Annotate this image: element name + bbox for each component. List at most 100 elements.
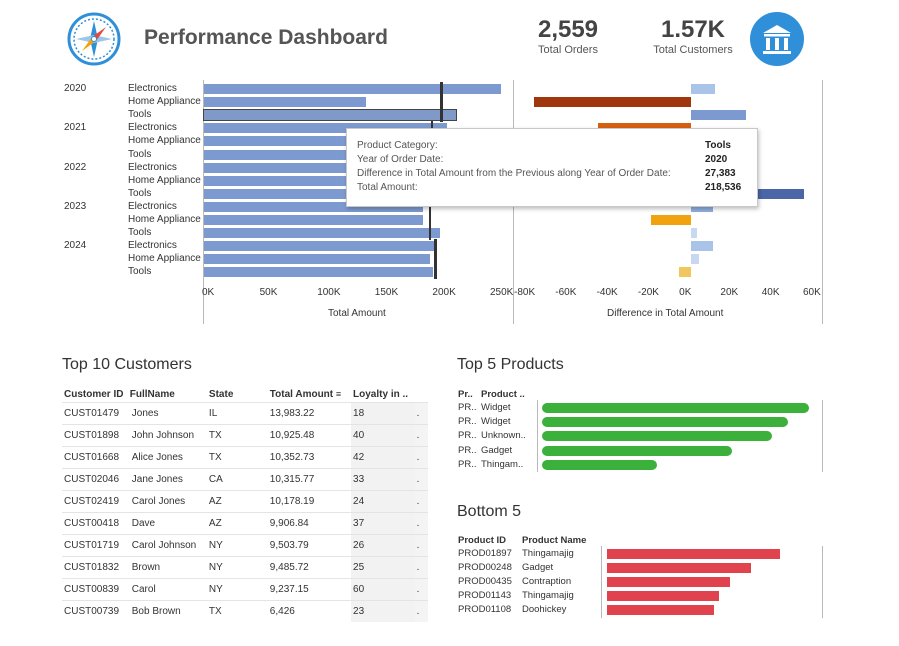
col-loyalty[interactable]: Loyalty in .. (351, 386, 415, 403)
table-row[interactable]: CUST02046 Jane Jones CA 10,315.77 33. (62, 468, 428, 491)
scrollbar-track[interactable]: . (414, 490, 428, 513)
kpi-total-customers: 1.57K Total Customers (648, 16, 738, 56)
fullname-cell: Brown (127, 556, 207, 579)
top-product-bar[interactable] (542, 445, 732, 456)
fullname-cell: Carol Jones (127, 490, 207, 513)
category-label: Home Appliance (128, 96, 201, 108)
tooltip-row: Year of Order Date: 2020 (357, 154, 747, 168)
col-total-amount[interactable]: Total Amount ≡ (268, 386, 351, 403)
total-amount-bar[interactable] (204, 215, 423, 225)
loyalty-cell: 37 (351, 512, 415, 535)
x-tick-label: 150K (374, 287, 399, 298)
fullname-cell: John Johnson (127, 424, 207, 447)
state-cell: AZ (206, 512, 268, 535)
scrollbar-track[interactable]: . (414, 534, 428, 557)
x-tick-label: -20K (637, 287, 659, 298)
col-state[interactable]: State (207, 386, 268, 403)
table-row[interactable]: CUST01898 John Johnson TX 10,925.48 40. (62, 424, 428, 447)
bottom-product-bar[interactable] (607, 591, 720, 601)
total-amount-cell: 6,426 (267, 600, 352, 622)
table-row[interactable]: CUST00418 Dave AZ 9,906.84 37. (62, 512, 428, 535)
scrollbar-track[interactable]: . (414, 446, 428, 469)
reference-line (440, 108, 443, 123)
product-id-cell: PROD01108 (458, 604, 512, 615)
x-tick-label: 0K (679, 287, 692, 298)
scrollbar-track[interactable]: . (414, 424, 428, 447)
x-tick-label: 250K (490, 287, 514, 298)
bottom-product-bar[interactable] (607, 605, 715, 615)
difference-bar[interactable] (533, 97, 691, 108)
scrollbar-track[interactable]: . (414, 468, 428, 491)
tooltip-row: Difference in Total Amount from the Prev… (357, 168, 747, 182)
state-cell: NY (206, 578, 268, 601)
top-customers-table: Customer ID FullName State Total Amount … (62, 386, 428, 622)
bottom-product-bar[interactable] (607, 549, 780, 559)
bottom-product-bar[interactable] (607, 577, 730, 587)
difference-bar[interactable] (691, 241, 714, 252)
total-amount-bar[interactable] (204, 241, 436, 252)
product-name-cell: Widget (481, 402, 511, 413)
table-row[interactable]: CUST01832 Brown NY 9,485.72 25. (62, 556, 428, 579)
category-label: Tools (128, 227, 152, 239)
category-label: Electronics (128, 122, 177, 134)
fullname-cell: Bob Brown (127, 600, 207, 622)
category-label: Home Appliance (128, 135, 201, 147)
product-name-cell: Contraption (522, 576, 572, 587)
total-amount-cell: 10,925.48 (267, 424, 352, 447)
total-amount-bar[interactable] (204, 254, 430, 265)
product-name-cell: Thingamajig (522, 590, 574, 601)
customer-id-cell: CUST01832 (62, 556, 128, 579)
table-row[interactable]: CUST01668 Alice Jones TX 10,352.73 42. (62, 446, 428, 469)
state-cell: NY (206, 556, 268, 579)
top-products-divider (822, 400, 823, 472)
difference-bar[interactable] (691, 110, 747, 121)
bottom-products-col-name[interactable]: Product Name (522, 535, 586, 546)
total-amount-bar[interactable] (204, 84, 502, 94)
x-tick-label: 60K (803, 287, 821, 298)
product-id-cell: PROD01897 (458, 548, 512, 559)
customer-id-cell: CUST00839 (62, 578, 128, 601)
kpi-value: 1.57K (660, 16, 726, 43)
scrollbar-track[interactable]: . (414, 402, 428, 425)
difference-bar[interactable] (691, 228, 698, 239)
top-products-col-id[interactable]: Pr.. (458, 389, 473, 400)
fullname-cell: Dave (127, 512, 207, 535)
customer-id-cell: CUST01898 (62, 424, 128, 447)
table-row[interactable]: CUST01479 Jones IL 13,983.22 18. (62, 402, 428, 425)
bottom-product-bar[interactable] (607, 563, 751, 573)
scrollbar-track[interactable]: . (414, 512, 428, 535)
reference-line (434, 239, 437, 254)
reference-line (434, 252, 437, 267)
difference-bar[interactable] (691, 84, 716, 94)
loyalty-cell: 42 (351, 446, 415, 469)
difference-bar[interactable] (691, 254, 700, 265)
loyalty-cell: 24 (351, 490, 415, 513)
table-row[interactable]: CUST01719 Carol Johnson NY 9,503.79 26. (62, 534, 428, 557)
top-product-bar[interactable] (542, 417, 788, 428)
top-product-bar[interactable] (542, 403, 809, 413)
top-product-bar[interactable] (542, 459, 657, 470)
col-fullname[interactable]: FullName (128, 386, 207, 403)
year-label: 2023 (64, 200, 87, 212)
total-amount-bar[interactable] (204, 267, 434, 278)
product-name-cell: Doohickey (522, 604, 567, 615)
scrollbar-track[interactable]: . (414, 600, 428, 622)
scrollbar-track[interactable]: . (414, 578, 428, 601)
top-products-col-name[interactable]: Product .. (481, 389, 525, 400)
table-row[interactable]: CUST02419 Carol Jones AZ 10,178.19 24. (62, 490, 428, 513)
table-row[interactable]: CUST00839 Carol NY 9,237.15 60. (62, 578, 428, 601)
table-row[interactable]: CUST00739 Bob Brown TX 6,426 23. (62, 600, 428, 622)
col-customer-id[interactable]: Customer ID (62, 386, 128, 403)
sort-icon[interactable]: ≡ (336, 389, 341, 399)
bottom-products-col-id[interactable]: Product ID (458, 535, 506, 546)
top-product-bar[interactable] (542, 431, 772, 442)
total-amount-bar[interactable] (203, 109, 457, 122)
customer-id-cell: CUST02046 (62, 468, 128, 491)
scrollbar-track[interactable]: . (414, 556, 428, 579)
customer-id-cell: CUST00418 (62, 512, 128, 535)
total-amount-bar[interactable] (204, 97, 367, 108)
total-amount-bar[interactable] (204, 228, 441, 239)
difference-bar[interactable] (678, 267, 691, 278)
difference-bar[interactable] (650, 215, 691, 225)
tooltip-value: 2020 (705, 154, 728, 165)
